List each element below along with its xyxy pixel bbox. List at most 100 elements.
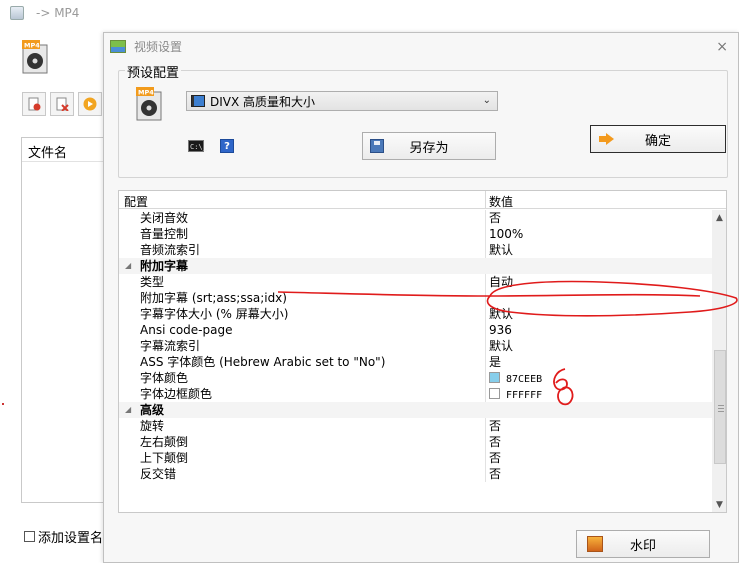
command-line-icon[interactable]: C:\_ bbox=[188, 140, 207, 152]
column-separator bbox=[485, 386, 486, 402]
checkbox-box[interactable] bbox=[24, 531, 35, 542]
property-value[interactable]: 默认 bbox=[489, 306, 513, 322]
property-value[interactable]: 否 bbox=[489, 210, 501, 226]
grid-row[interactable]: 上下颠倒 否 bbox=[119, 450, 712, 466]
preset-select[interactable]: DIVX 高质量和大小 ⌄ bbox=[186, 91, 498, 111]
add-file-icon bbox=[28, 97, 41, 111]
property-value[interactable]: 默认 bbox=[489, 242, 513, 258]
category-label: 高级 bbox=[140, 403, 165, 417]
color-hex-value: FFFFFF bbox=[506, 390, 543, 401]
property-name: 左右颠倒 bbox=[140, 435, 189, 449]
app-icon bbox=[10, 6, 24, 20]
property-value[interactable]: 是 bbox=[489, 354, 501, 370]
property-name: 音频流索引 bbox=[140, 243, 201, 257]
property-value[interactable]: 否 bbox=[489, 434, 501, 450]
row-indent bbox=[119, 322, 135, 338]
property-value[interactable]: 默认 bbox=[489, 338, 513, 354]
scroll-thumb[interactable] bbox=[714, 350, 726, 464]
column-separator bbox=[485, 450, 486, 466]
row-indent bbox=[119, 370, 135, 386]
play-icon bbox=[83, 97, 97, 111]
grid-row[interactable]: 音量控制 100% bbox=[119, 226, 712, 242]
color-swatch[interactable] bbox=[489, 388, 500, 399]
row-indent bbox=[119, 386, 135, 402]
column-separator bbox=[485, 242, 486, 258]
color-hex-value: 87CEEB bbox=[506, 374, 543, 385]
grid-row[interactable]: 字幕流索引 默认 bbox=[119, 338, 712, 354]
grid-row[interactable]: 字幕字体大小 (% 屏幕大小) 默认 bbox=[119, 306, 712, 322]
property-name: 字幕字体大小 (% 屏幕大小) bbox=[140, 307, 289, 321]
column-separator bbox=[485, 210, 486, 226]
property-value[interactable]: 否 bbox=[489, 418, 501, 434]
remove-file-button[interactable] bbox=[50, 92, 74, 116]
column-separator bbox=[485, 434, 486, 450]
play-button[interactable] bbox=[78, 92, 102, 116]
save-as-button[interactable]: 另存为 bbox=[362, 132, 496, 160]
preset-group-label: 预设配置 bbox=[125, 62, 182, 81]
film-icon bbox=[191, 95, 205, 107]
property-name: ASS 字体颜色 (Hebrew Arabic set to "No") bbox=[140, 355, 386, 369]
grid-row[interactable]: 字体边框颜色 FFFFFF bbox=[119, 386, 712, 402]
grid-row[interactable]: 字体颜色 87CEEB bbox=[119, 370, 712, 386]
color-swatch[interactable] bbox=[489, 372, 500, 383]
scroll-down-icon[interactable]: ▼ bbox=[716, 500, 723, 510]
remove-file-icon bbox=[56, 97, 69, 111]
column-separator bbox=[485, 354, 486, 370]
property-grid[interactable]: 配置 数值 关闭音效否音量控制 100% 音频流索引 默认 ◢ 附加字幕 类型 自动 附加字幕 … bbox=[118, 190, 727, 513]
collapse-triangle-icon[interactable]: ◢ bbox=[125, 258, 131, 274]
collapse-triangle-icon[interactable]: ◢ bbox=[125, 402, 131, 418]
row-indent bbox=[119, 354, 135, 370]
grid-row[interactable]: 音频流索引 默认 bbox=[119, 242, 712, 258]
row-indent bbox=[119, 450, 135, 466]
grid-row[interactable]: 左右颠倒 否 bbox=[119, 434, 712, 450]
property-value[interactable]: 936 bbox=[489, 322, 512, 338]
grid-row[interactable]: 关闭音效 否 bbox=[119, 210, 712, 226]
file-list[interactable]: 文件名 bbox=[21, 137, 105, 503]
property-name: 上下颠倒 bbox=[140, 451, 189, 465]
file-list-header: 文件名 bbox=[22, 138, 104, 162]
preset-select-value: DIVX 高质量和大小 bbox=[210, 94, 316, 109]
chevron-down-icon[interactable]: ⌄ bbox=[483, 95, 491, 106]
grid-row[interactable]: ASS 字体颜色 (Hebrew Arabic set to "No") 是 bbox=[119, 354, 712, 370]
column-separator bbox=[485, 290, 486, 306]
property-value[interactable]: 自动 bbox=[489, 274, 513, 290]
grid-row[interactable]: 反交错 否 bbox=[119, 466, 712, 482]
grid-row[interactable]: Ansi code-page 936 bbox=[119, 322, 712, 338]
property-name: 反交错 bbox=[140, 467, 177, 481]
column-separator bbox=[485, 274, 486, 290]
watermark-button[interactable]: 水印 bbox=[576, 530, 710, 558]
video-settings-dialog: 视频设置 × 预设配置 MP4 DIVX 高质量和大小 ⌄ C:\_ ? 另存为… bbox=[103, 32, 739, 563]
category-label: 附加字幕 bbox=[140, 259, 189, 273]
header-value: 数值 bbox=[489, 195, 514, 209]
property-name: 音量控制 bbox=[140, 227, 189, 241]
property-value[interactable]: 否 bbox=[489, 450, 501, 466]
add-file-button[interactable] bbox=[22, 92, 46, 116]
grid-header: 配置 数值 bbox=[119, 191, 726, 209]
property-name: Ansi code-page bbox=[140, 323, 233, 337]
grid-category-row[interactable]: ◢ 附加字幕 bbox=[119, 258, 712, 274]
property-value[interactable]: 否 bbox=[489, 466, 501, 482]
mp4-file-icon: MP4 bbox=[136, 87, 162, 121]
dialog-title: 视频设置 bbox=[134, 39, 183, 54]
property-name: 附加字幕 (srt;ass;ssa;idx) bbox=[140, 291, 287, 305]
main-window-title-text: -> MP4 bbox=[36, 6, 80, 20]
property-name: 字体颜色 bbox=[140, 371, 189, 385]
row-indent bbox=[119, 242, 135, 258]
grid-category-row[interactable]: ◢ 高级 bbox=[119, 402, 712, 418]
row-indent bbox=[119, 338, 135, 354]
property-name: 字幕流索引 bbox=[140, 339, 201, 353]
grid-scrollbar[interactable]: ▲ ▼ bbox=[712, 210, 726, 512]
main-window-title: -> MP4 bbox=[10, 4, 79, 22]
help-icon[interactable]: ? bbox=[220, 139, 234, 153]
ok-button[interactable]: 确定 bbox=[590, 125, 726, 153]
grid-row[interactable]: 类型 自动 bbox=[119, 274, 712, 290]
property-value[interactable]: 100% bbox=[489, 226, 523, 242]
dialog-titlebar: 视频设置 bbox=[104, 33, 738, 59]
row-indent bbox=[119, 226, 135, 242]
row-indent bbox=[119, 290, 135, 306]
column-separator bbox=[485, 466, 486, 482]
scroll-up-icon[interactable]: ▲ bbox=[716, 213, 723, 223]
grid-row[interactable]: 旋转 否 bbox=[119, 418, 712, 434]
close-icon[interactable]: × bbox=[716, 39, 728, 55]
grid-row[interactable]: 附加字幕 (srt;ass;ssa;idx) bbox=[119, 290, 712, 306]
